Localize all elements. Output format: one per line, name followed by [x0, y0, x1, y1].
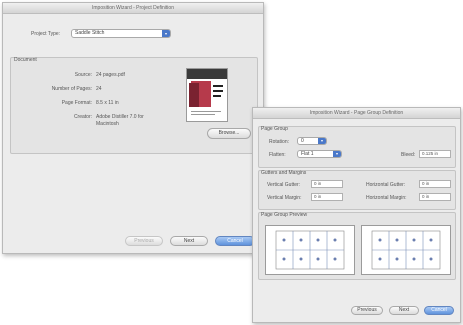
- number-of-pages-label: Number of Pages:: [51, 86, 92, 92]
- next-button[interactable]: Next: [170, 236, 208, 246]
- project-type-label: Project Type:: [31, 31, 61, 37]
- vertical-gutter-label: Vertical Gutter:: [267, 182, 301, 188]
- cancel-button[interactable]: Cancel: [424, 306, 454, 315]
- creator-value: Adobe Distiller 7.0 for Macintosh: [96, 114, 144, 127]
- browse-button[interactable]: Browse...: [207, 128, 251, 139]
- creator-label: Creator:: [73, 114, 92, 120]
- project-type-value: Saddle Stitch: [75, 30, 105, 36]
- horizontal-gutter-label: Horizontal Gutter:: [366, 182, 406, 188]
- document-group: Document Source: 24 pages.pdf Number of …: [10, 57, 258, 154]
- preview-sheet-front-graphic: [275, 230, 345, 270]
- gutters-margins-label: Gutters and Margins: [261, 170, 307, 176]
- page-group-preview-group: Page Group Preview: [258, 212, 456, 280]
- page-group-definition-window: Imposition Wizard - Page Group Definitio…: [252, 107, 461, 323]
- page-format-label: Page Format:: [61, 100, 92, 106]
- chevron-down-icon: ▾: [318, 138, 326, 144]
- source-value: 24 pages.pdf: [96, 72, 125, 78]
- chevron-down-icon: ▾: [162, 30, 170, 37]
- flatten-label: Flatten:: [269, 152, 286, 158]
- rotation-label: Rotation:: [269, 139, 290, 145]
- horizontal-margin-label: Horizontal Margin:: [366, 195, 407, 201]
- vertical-margin-label: Vertical Margin:: [267, 195, 302, 201]
- window-title: Imposition Wizard - Project Definition: [3, 3, 263, 14]
- bleed-input[interactable]: 0.125 in: [419, 150, 451, 158]
- document-thumbnail-image: [187, 69, 227, 115]
- vertical-margin-input[interactable]: 0 in: [311, 193, 343, 201]
- rotation-value: 0: [301, 138, 304, 144]
- project-definition-window: Imposition Wizard - Project Definition P…: [2, 2, 264, 254]
- project-type-select[interactable]: Saddle Stitch ▾: [71, 29, 171, 38]
- preview-sheet-front: [265, 225, 355, 275]
- page-group-preview-label: Page Group Preview: [261, 212, 308, 218]
- bleed-label: Bleed:: [401, 152, 416, 158]
- number-of-pages-value: 24: [96, 86, 102, 92]
- cancel-button[interactable]: Cancel: [215, 236, 255, 246]
- document-group-label: Document: [14, 57, 37, 63]
- rotation-select[interactable]: 0 ▾: [297, 137, 327, 145]
- horizontal-margin-input[interactable]: 0 in: [419, 193, 451, 201]
- chevron-down-icon: ▾: [333, 151, 341, 157]
- vertical-gutter-input[interactable]: 0 in: [311, 180, 343, 188]
- document-thumbnail: [186, 68, 228, 122]
- window-title: Imposition Wizard - Page Group Definitio…: [253, 108, 460, 119]
- source-label: Source:: [74, 72, 92, 78]
- preview-sheet-back-graphic: [371, 230, 441, 270]
- previous-button[interactable]: Previous: [125, 236, 163, 246]
- page-group-label: Page Group: [261, 126, 288, 132]
- page-format-value: 8.5 x 11 in: [96, 100, 119, 106]
- page-group: Page Group Rotation: 0 ▾ Flatten: Flat 1…: [258, 126, 456, 168]
- flatten-value: Flat 1: [301, 151, 314, 157]
- preview-sheet-back: [361, 225, 451, 275]
- flatten-select[interactable]: Flat 1 ▾: [297, 150, 342, 158]
- previous-button[interactable]: Previous: [351, 306, 383, 315]
- gutters-margins-group: Gutters and Margins Vertical Gutter: 0 i…: [258, 170, 456, 210]
- horizontal-gutter-input[interactable]: 0 in: [419, 180, 451, 188]
- next-button[interactable]: Next: [389, 306, 419, 315]
